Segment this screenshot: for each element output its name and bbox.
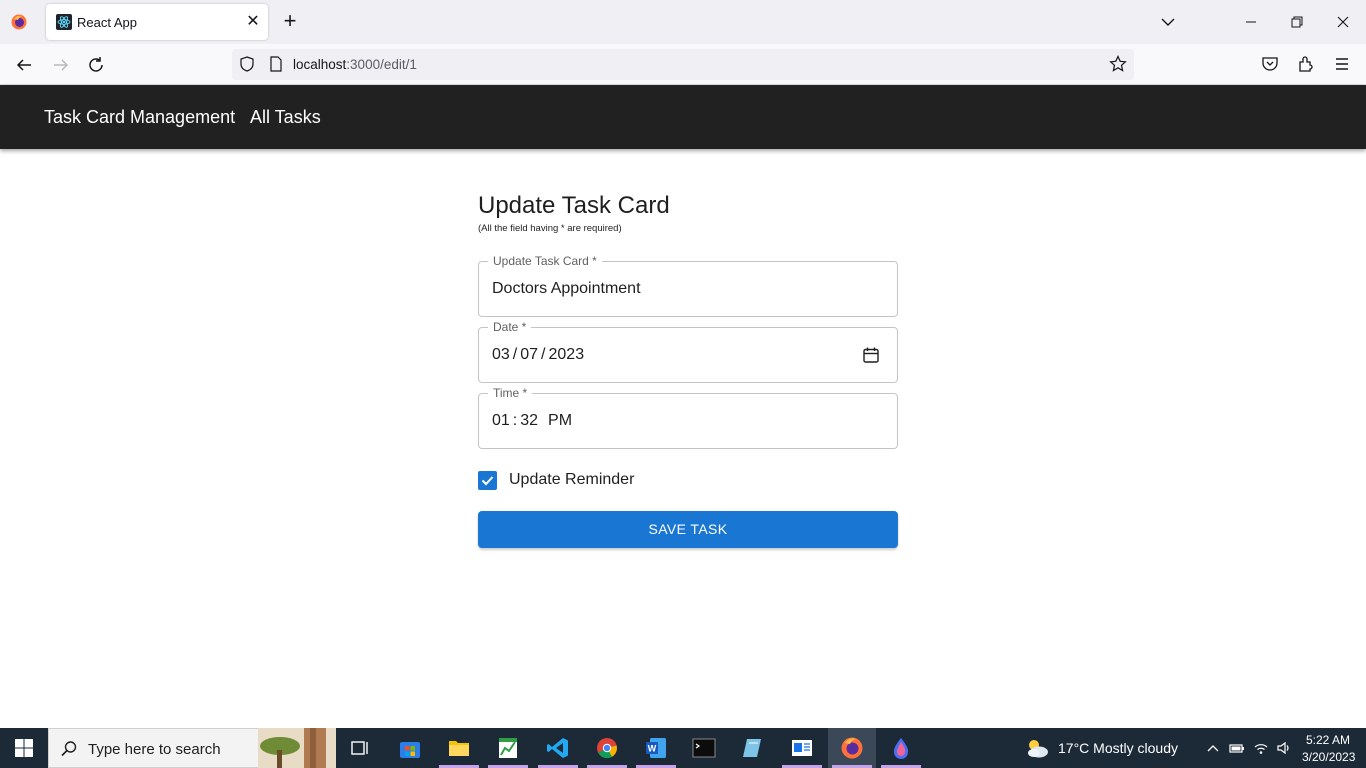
tab-title: React App <box>77 15 137 30</box>
reload-icon[interactable] <box>85 54 107 76</box>
browser-toolbar: localhost:3000/edit/1 <box>0 44 1366 85</box>
clock-date[interactable]: 3/20/2023 <box>1302 750 1355 764</box>
wifi-icon[interactable] <box>1253 740 1269 756</box>
notes-app-icon[interactable] <box>741 736 765 760</box>
task-name-field[interactable]: Update Task Card * Doctors Appointment <box>478 254 898 317</box>
date-field[interactable]: Date * 03/07/2023 <box>478 320 898 383</box>
file-explorer-icon[interactable] <box>447 736 471 760</box>
page-title: Update Task Card <box>478 192 670 219</box>
extensions-icon[interactable] <box>1296 54 1316 74</box>
task-name-label: Update Task Card * <box>488 254 602 268</box>
minimize-icon[interactable] <box>1239 10 1263 34</box>
windows-start-icon[interactable] <box>15 739 33 757</box>
calendar-icon[interactable] <box>862 346 880 364</box>
restore-icon[interactable] <box>1285 10 1309 34</box>
page-info-icon[interactable] <box>268 56 284 72</box>
new-tab-icon[interactable]: + <box>278 10 302 34</box>
windows-taskbar: Type here to search W 17°C Mostly cloudy… <box>0 728 1366 768</box>
task-view-icon[interactable] <box>348 736 372 760</box>
vscode-icon[interactable] <box>546 736 570 760</box>
time-minute-segment[interactable]: 32 <box>520 412 538 430</box>
battery-icon[interactable] <box>1229 740 1245 756</box>
chevron-down-icon[interactable] <box>1158 12 1178 32</box>
word-icon[interactable]: W <box>644 736 668 760</box>
chevron-up-icon[interactable] <box>1205 740 1221 756</box>
shield-icon[interactable] <box>239 56 255 72</box>
browser-tab-strip: React App ✕ + <box>0 0 1366 44</box>
reminder-label[interactable]: Update Reminder <box>509 471 634 489</box>
forward-arrow-icon[interactable] <box>50 54 72 76</box>
svg-text:W: W <box>648 744 657 754</box>
date-month-segment[interactable]: 03 <box>492 346 510 364</box>
weather-cloudy-icon[interactable] <box>1024 736 1050 760</box>
time-label: Time * <box>488 386 533 400</box>
close-tab-icon[interactable]: ✕ <box>244 13 262 31</box>
browser-tab[interactable]: React App ✕ <box>46 4 268 40</box>
firefox-icon[interactable] <box>11 14 27 30</box>
microsoft-store-icon[interactable] <box>398 736 422 760</box>
task-name-input[interactable]: Doctors Appointment <box>492 280 641 298</box>
required-note: (All the field having * are required) <box>478 223 622 234</box>
time-field[interactable]: Time * 01:32 PM <box>478 386 898 449</box>
time-input[interactable]: 01:32 PM <box>492 412 572 430</box>
app-brand[interactable]: Task Card Management <box>44 107 235 128</box>
reminder-checkbox[interactable] <box>478 471 497 490</box>
back-arrow-icon[interactable] <box>13 54 35 76</box>
save-task-button[interactable]: SAVE TASK <box>478 511 898 548</box>
firefox-taskbar-icon[interactable] <box>840 736 864 760</box>
nav-all-tasks-link[interactable]: All Tasks <box>250 107 321 128</box>
paint-app-icon[interactable] <box>889 736 913 760</box>
pocket-icon[interactable] <box>1260 54 1280 74</box>
news-app-icon[interactable] <box>790 736 814 760</box>
weather-text[interactable]: 17°C Mostly cloudy <box>1058 740 1178 756</box>
chrome-icon[interactable] <box>595 736 619 760</box>
clock-time[interactable]: 5:22 AM <box>1306 733 1350 747</box>
hamburger-menu-icon[interactable] <box>1332 54 1352 74</box>
search-highlight-tree-image <box>258 728 336 768</box>
spreadsheet-app-icon[interactable] <box>496 736 520 760</box>
react-favicon-icon <box>56 14 72 30</box>
address-bar[interactable]: localhost:3000/edit/1 <box>232 49 1134 80</box>
date-day-segment[interactable]: 07 <box>520 346 538 364</box>
search-icon <box>61 741 77 757</box>
date-label: Date * <box>488 320 532 334</box>
date-input[interactable]: 03/07/2023 <box>492 346 584 364</box>
time-hour-segment[interactable]: 01 <box>492 412 510 430</box>
date-year-segment[interactable]: 2023 <box>549 346 585 364</box>
checkmark-icon <box>481 476 494 486</box>
reminder-checkbox-row[interactable]: Update Reminder <box>478 470 778 494</box>
time-ampm-segment[interactable]: PM <box>548 412 572 430</box>
url-text[interactable]: localhost:3000/edit/1 <box>293 57 417 72</box>
bookmark-star-icon[interactable] <box>1109 55 1127 73</box>
close-window-icon[interactable] <box>1331 10 1355 34</box>
terminal-icon[interactable] <box>692 736 716 760</box>
volume-icon[interactable] <box>1276 740 1292 756</box>
search-placeholder: Type here to search <box>88 741 221 758</box>
app-header: Task Card Management All Tasks <box>0 85 1366 149</box>
